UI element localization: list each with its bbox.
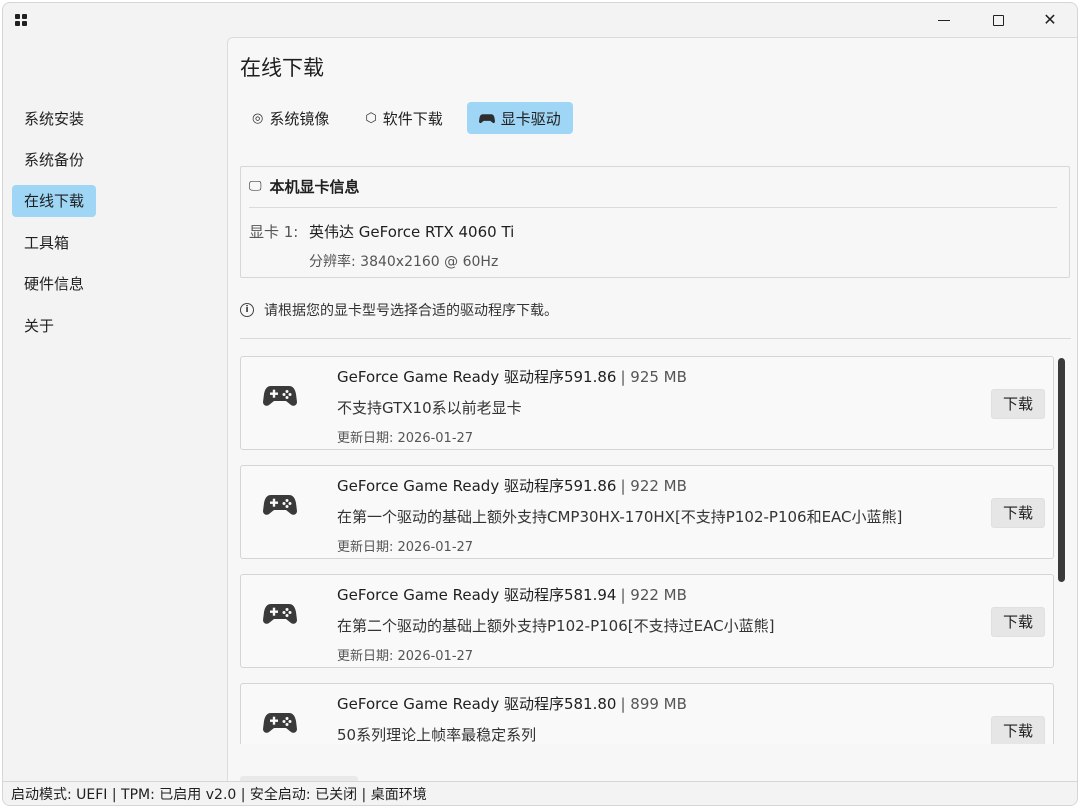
minimize-icon <box>938 19 950 21</box>
monitor-icon: 🖵 <box>249 179 262 194</box>
scrollbar[interactable] <box>1056 356 1066 744</box>
driver-size: | 922 MB <box>620 586 687 604</box>
app-window: ✕ 系统安装 系统备份 在线下载 工具箱 硬件信息 关于 在线下载 ◎ 系统镜像… <box>2 2 1078 806</box>
download-button[interactable]: 下载 <box>991 389 1045 419</box>
gpu-info-header: 🖵 本机显卡信息 <box>249 176 360 197</box>
box-icon: ⬡ <box>365 110 377 126</box>
minimize-button[interactable] <box>919 3 969 37</box>
app-logo-icon <box>15 14 27 26</box>
divider <box>249 207 1057 208</box>
driver-description: 不支持GTX10系以前老显卡 <box>337 399 522 417</box>
tab-label: 显卡驱动 <box>500 109 561 128</box>
gpu-resolution: 分辨率: 3840x2160 @ 60Hz <box>309 254 499 270</box>
close-icon: ✕ <box>1043 10 1057 29</box>
driver-size: | 922 MB <box>620 477 687 495</box>
driver-list[interactable]: GeForce Game Ready 驱动程序591.86 | 925 MB 不支… <box>240 356 1068 744</box>
info-hint: i 请根据您的显卡型号选择合适的驱动程序下载。 <box>240 300 558 320</box>
page-title: 在线下载 <box>240 56 324 80</box>
driver-description: 50系列理论上帧率最稳定系列 <box>337 726 537 744</box>
driver-title: GeForce Game Ready 驱动程序581.94 | 922 MB <box>337 584 687 605</box>
tab-gpu-driver[interactable]: 显卡驱动 <box>466 102 573 134</box>
driver-title: GeForce Game Ready 驱动程序591.86 | 925 MB <box>337 366 687 387</box>
driver-date: 更新日期: 2026-01-27 <box>337 649 474 664</box>
gpu-info-panel: 🖵 本机显卡信息 显卡 1: 英伟达 GeForce RTX 4060 Ti 分… <box>240 166 1070 278</box>
status-bar: 启动模式: UEFI | TPM: 已启用 v2.0 | 安全启动: 已关闭 |… <box>3 781 1077 805</box>
status-text: 启动模式: UEFI | TPM: 已启用 v2.0 | 安全启动: 已关闭 |… <box>11 787 427 803</box>
tab-bar: ◎ 系统镜像 ⬡ 软件下载 显卡驱动 <box>240 102 573 136</box>
download-button[interactable]: 下载 <box>991 498 1045 528</box>
driver-description: 在第一个驱动的基础上额外支持CMP30HX-170HX[不支持P102-P106… <box>337 508 903 526</box>
gpu-info-heading: 本机显卡信息 <box>269 178 360 196</box>
driver-name: GeForce Game Ready 驱动程序591.86 <box>337 368 617 386</box>
sidebar-item-system-backup[interactable]: 系统备份 <box>12 144 96 176</box>
scroll-thumb[interactable] <box>1058 358 1065 582</box>
sidebar-item-system-install[interactable]: 系统安装 <box>12 103 96 135</box>
driver-description: 在第二个驱动的基础上额外支持P102-P106[不支持过EAC小蓝熊] <box>337 617 775 635</box>
tab-software-download[interactable]: ⬡ 软件下载 <box>353 102 454 134</box>
driver-title: GeForce Game Ready 驱动程序581.80 | 899 MB <box>337 693 687 714</box>
driver-size: | 925 MB <box>620 368 687 386</box>
driver-name: GeForce Game Ready 驱动程序581.94 <box>337 586 617 604</box>
download-button[interactable]: 下载 <box>991 716 1045 744</box>
disc-icon: ◎ <box>252 110 264 126</box>
gpu-name: 英伟达 GeForce RTX 4060 Ti <box>309 223 515 241</box>
title-bar[interactable]: ✕ <box>3 3 1077 37</box>
tab-label: 系统镜像 <box>269 109 330 128</box>
gamepad-icon <box>263 495 297 515</box>
gamepad-icon <box>478 113 495 123</box>
driver-card: GeForce Game Ready 驱动程序581.80 | 899 MB 50… <box>240 683 1054 744</box>
driver-name: GeForce Game Ready 驱动程序591.86 <box>337 477 617 495</box>
gamepad-icon <box>263 386 297 406</box>
tab-label: 软件下载 <box>382 109 443 128</box>
gamepad-icon <box>263 604 297 624</box>
divider <box>240 338 1071 339</box>
sidebar-item-about[interactable]: 关于 <box>12 310 66 342</box>
driver-card: GeForce Game Ready 驱动程序591.86 | 925 MB 不支… <box>240 356 1054 450</box>
download-button[interactable]: 下载 <box>991 607 1045 637</box>
info-icon: i <box>240 303 254 317</box>
driver-date: 更新日期: 2026-01-27 <box>337 431 474 446</box>
driver-card: GeForce Game Ready 驱动程序581.94 | 922 MB 在第… <box>240 574 1054 668</box>
sidebar: 系统安装 系统备份 在线下载 工具箱 硬件信息 关于 <box>3 37 227 781</box>
driver-name: GeForce Game Ready 驱动程序581.80 <box>337 695 617 713</box>
maximize-icon <box>992 14 1004 26</box>
close-button[interactable]: ✕ <box>1025 3 1075 37</box>
sidebar-item-online-download[interactable]: 在线下载 <box>12 185 97 217</box>
gamepad-icon <box>263 713 297 733</box>
sidebar-item-hardware-info[interactable]: 硬件信息 <box>12 268 96 300</box>
driver-date: 更新日期: 2026-01-27 <box>337 540 474 555</box>
tab-system-image[interactable]: ◎ 系统镜像 <box>240 102 341 134</box>
driver-title: GeForce Game Ready 驱动程序591.86 | 922 MB <box>337 475 687 496</box>
gpu-label: 显卡 1: <box>249 223 299 241</box>
driver-card: GeForce Game Ready 驱动程序591.86 | 922 MB 在第… <box>240 465 1054 559</box>
driver-size: | 899 MB <box>620 695 687 713</box>
hint-text: 请根据您的显卡型号选择合适的驱动程序下载。 <box>264 303 558 319</box>
maximize-button[interactable] <box>973 3 1023 37</box>
sidebar-item-toolbox[interactable]: 工具箱 <box>12 227 81 259</box>
main-content: 在线下载 ◎ 系统镜像 ⬡ 软件下载 显卡驱动 🖵 本机显卡信息 显卡 1: 英… <box>227 37 1077 781</box>
